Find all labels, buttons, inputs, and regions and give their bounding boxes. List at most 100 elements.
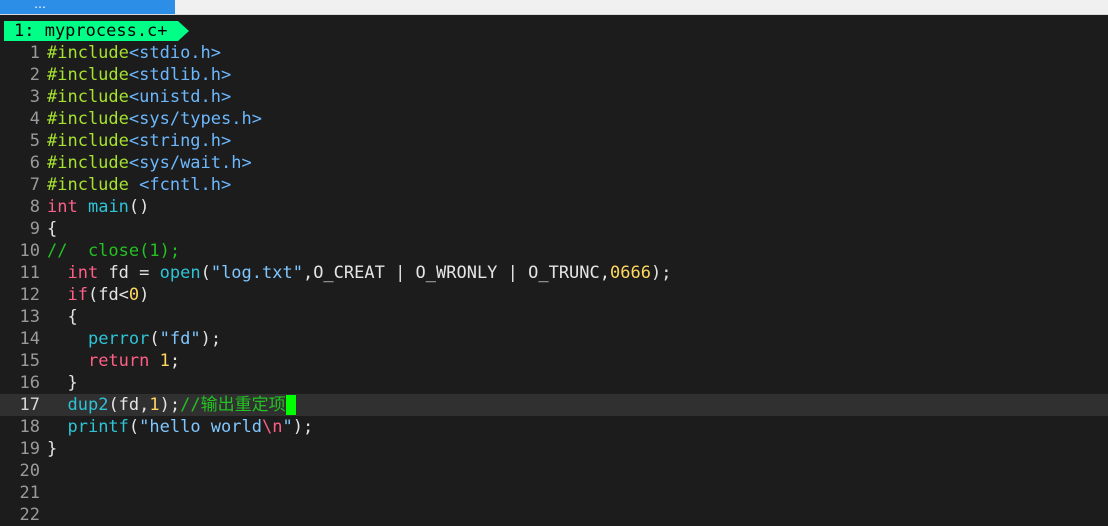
line-number: 13 bbox=[19, 307, 40, 327]
code-line[interactable]: 17 dup2(fd,1);//输出重定项 bbox=[0, 394, 1108, 416]
code-text[interactable]: #include<sys/wait.h> bbox=[47, 152, 252, 174]
line-number: 19 bbox=[19, 439, 40, 459]
code-token: 1 bbox=[159, 351, 170, 371]
code-text[interactable]: perror("fd"); bbox=[47, 328, 221, 350]
line-number: 16 bbox=[19, 373, 40, 393]
code-token: 0 bbox=[128, 285, 140, 305]
code-text[interactable]: #include<string.h> bbox=[47, 130, 231, 152]
text-cursor bbox=[285, 395, 296, 415]
code-text[interactable]: { bbox=[47, 218, 57, 240]
code-line[interactable]: 18 printf("hello world\n"); bbox=[0, 416, 1108, 438]
code-line[interactable]: 15 return 1; bbox=[0, 350, 1108, 372]
code-line[interactable]: 6 #include<sys/wait.h> bbox=[0, 152, 1108, 174]
code-token: return bbox=[87, 351, 150, 371]
code-text[interactable]: } bbox=[47, 438, 57, 460]
code-line[interactable]: 2 #include<stdlib.h> bbox=[0, 64, 1108, 86]
line-number: 15 bbox=[19, 351, 40, 371]
code-token: if bbox=[67, 285, 88, 305]
code-line[interactable]: 13 { bbox=[0, 306, 1108, 328]
code-token: "hello world bbox=[139, 417, 262, 437]
code-token: perror bbox=[87, 329, 150, 349]
line-number: 14 bbox=[19, 329, 40, 349]
code-token: // bbox=[180, 395, 201, 415]
code-line[interactable]: 8 int main() bbox=[0, 196, 1108, 218]
code-text[interactable]: dup2(fd,1);//输出重定项 bbox=[47, 394, 296, 416]
code-token: " bbox=[282, 417, 293, 437]
code-text[interactable]: #include<stdio.h> bbox=[47, 42, 221, 64]
line-number: 17 bbox=[19, 395, 40, 415]
code-text[interactable]: int fd = open("log.txt",O_CREAT | O_WRON… bbox=[47, 262, 671, 284]
line-number: 4 bbox=[29, 109, 40, 129]
code-text[interactable]: #include<sys/types.h> bbox=[47, 108, 262, 130]
code-text[interactable]: } bbox=[47, 372, 77, 394]
code-token: (fd< bbox=[87, 285, 129, 305]
tab-separator-arrow bbox=[178, 21, 189, 41]
line-number: 6 bbox=[29, 153, 40, 173]
code-line[interactable]: 12 if(fd<0) bbox=[0, 284, 1108, 306]
code-line[interactable]: 21 bbox=[0, 482, 1108, 504]
code-token: 0666 bbox=[610, 263, 651, 283]
code-text[interactable]: #include<stdlib.h> bbox=[47, 64, 231, 86]
code-token: printf bbox=[67, 417, 129, 437]
code-line[interactable]: 1 #include<stdio.h> bbox=[0, 42, 1108, 64]
code-line[interactable]: 7 #include <fcntl.h> bbox=[0, 174, 1108, 196]
code-token: ( bbox=[149, 329, 160, 349]
code-text[interactable]: { bbox=[47, 306, 77, 328]
tab-myprocess[interactable]: 1: myprocess.c+ bbox=[4, 21, 178, 41]
code-text[interactable]: #include<unistd.h> bbox=[47, 86, 231, 108]
line-number: 11 bbox=[19, 263, 40, 283]
code-token: ( bbox=[200, 263, 211, 283]
code-token: <sys/types.h> bbox=[128, 109, 262, 129]
vim-tabline: 1: myprocess.c+ bbox=[0, 20, 1108, 42]
code-token: ); bbox=[200, 329, 222, 349]
line-number: 10 bbox=[19, 241, 40, 261]
code-token: "fd" bbox=[159, 329, 201, 349]
code-token: () bbox=[128, 197, 150, 217]
code-token: 1 bbox=[149, 395, 160, 415]
code-text[interactable]: return 1; bbox=[47, 350, 180, 372]
code-text[interactable]: // close(1); bbox=[47, 240, 180, 262]
code-line[interactable]: 22 bbox=[0, 504, 1108, 526]
code-line[interactable]: 14 perror("fd"); bbox=[0, 328, 1108, 350]
code-token: #include bbox=[47, 131, 129, 151]
code-line[interactable]: 19} bbox=[0, 438, 1108, 460]
code-token: ; bbox=[169, 351, 181, 371]
code-line[interactable]: 11 int fd = open("log.txt",O_CREAT | O_W… bbox=[0, 262, 1108, 284]
code-token: } bbox=[47, 439, 58, 459]
code-line[interactable]: 5 #include<string.h> bbox=[0, 130, 1108, 152]
code-line[interactable]: 9{ bbox=[0, 218, 1108, 240]
line-number: 21 bbox=[19, 483, 40, 503]
code-line[interactable]: 20 bbox=[0, 460, 1108, 482]
line-number: 1 bbox=[29, 43, 40, 63]
host-window-tab[interactable]: … bbox=[0, 0, 175, 14]
code-token: ( bbox=[128, 417, 140, 437]
code-text[interactable]: printf("hello world\n"); bbox=[47, 416, 313, 438]
line-number: 12 bbox=[19, 285, 40, 305]
code-token: <string.h> bbox=[128, 131, 232, 151]
code-text[interactable]: #include <fcntl.h> bbox=[47, 174, 231, 196]
code-token: #include bbox=[47, 43, 129, 63]
line-number: 5 bbox=[29, 131, 40, 151]
code-token: #include bbox=[47, 175, 140, 195]
code-token: #include bbox=[47, 109, 129, 129]
code-token: int bbox=[67, 263, 99, 283]
code-line[interactable]: 3 #include<unistd.h> bbox=[0, 86, 1108, 108]
code-token: ); bbox=[159, 395, 181, 415]
line-number: 8 bbox=[29, 197, 40, 217]
code-text[interactable]: int main() bbox=[47, 196, 149, 218]
code-line[interactable]: 16 } bbox=[0, 372, 1108, 394]
code-token: <stdlib.h> bbox=[128, 65, 232, 85]
code-token: ,O_CREAT | O_WRONLY | O_TRUNC, bbox=[302, 263, 610, 283]
code-line[interactable]: 4 #include<sys/types.h> bbox=[0, 108, 1108, 130]
code-editor[interactable]: 1 #include<stdio.h> 2 #include<stdlib.h> 3 #i… bbox=[0, 42, 1108, 526]
code-token: 输出重定项 bbox=[200, 395, 286, 415]
code-line[interactable]: 10 // close(1); bbox=[0, 240, 1108, 262]
code-token: int bbox=[47, 197, 78, 217]
code-text[interactable]: if(fd<0) bbox=[47, 284, 149, 306]
line-number: 2 bbox=[29, 65, 40, 85]
